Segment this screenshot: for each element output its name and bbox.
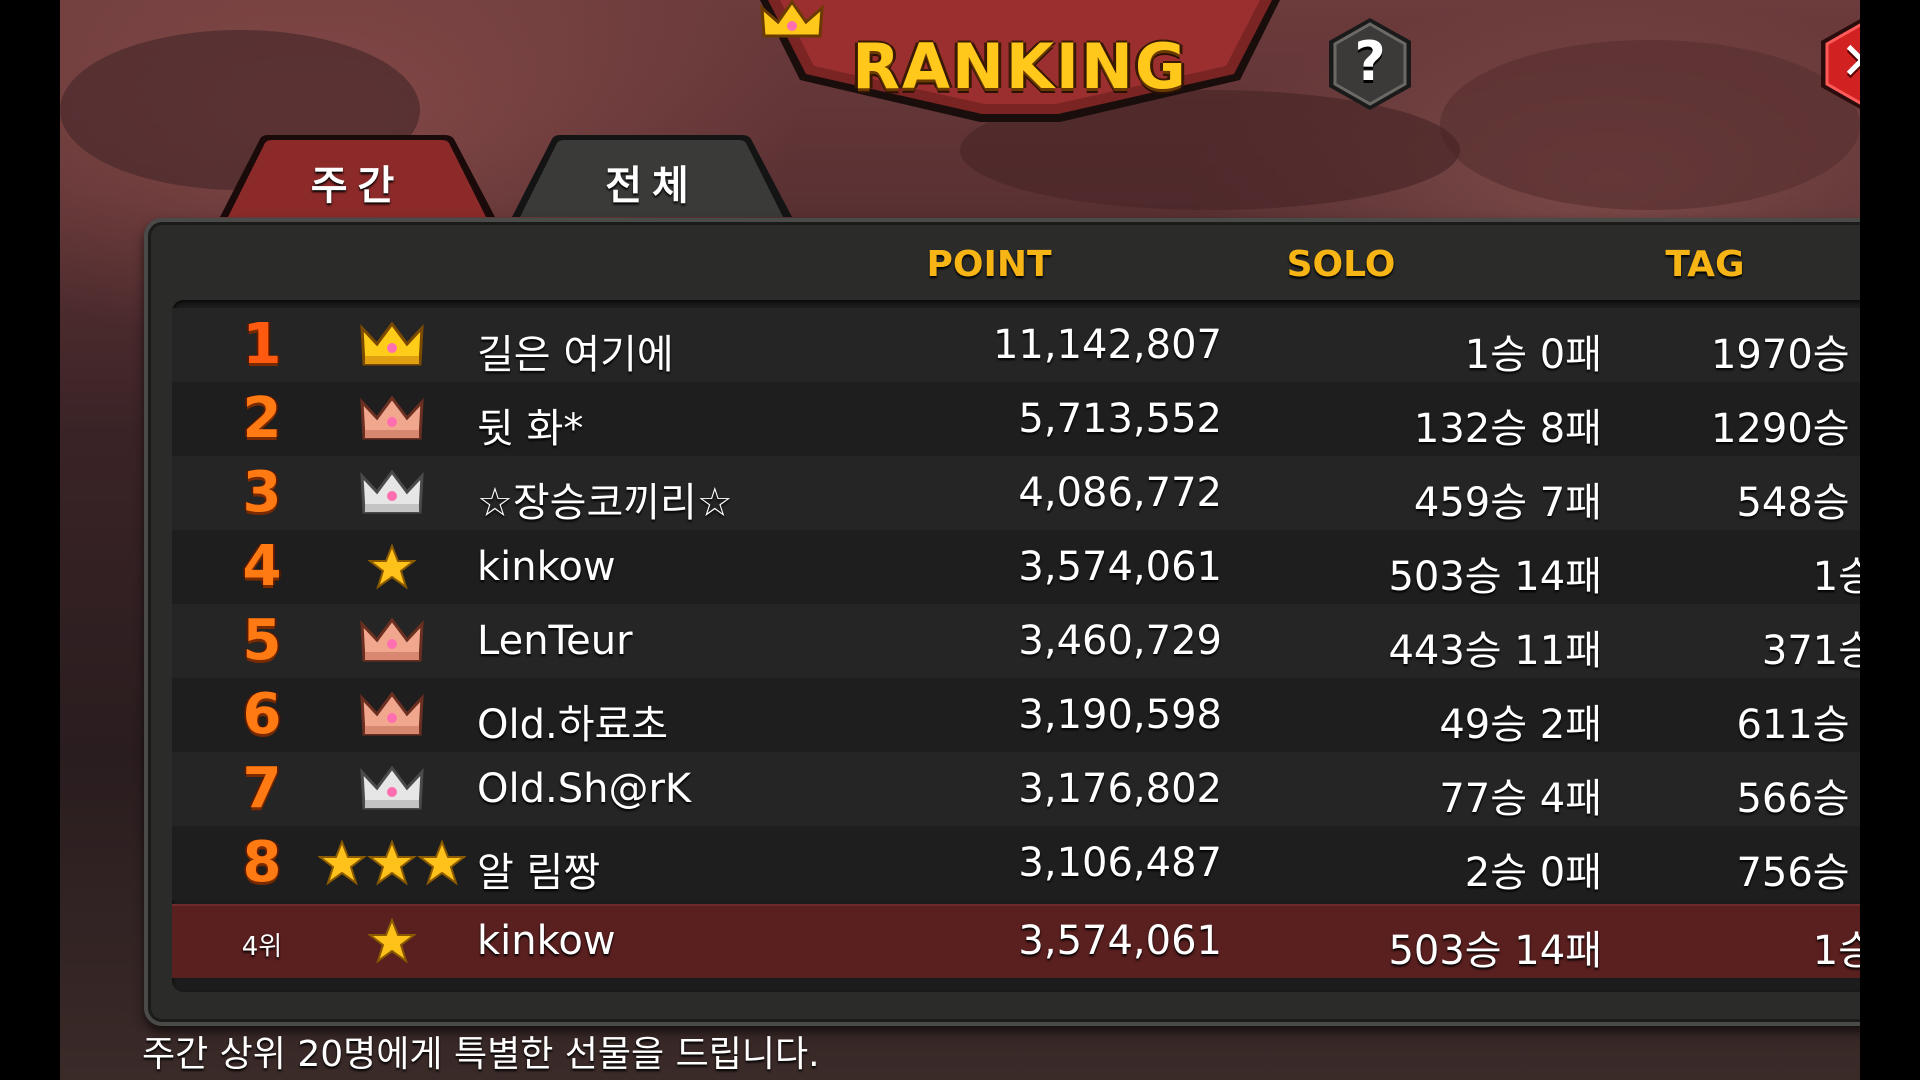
silver-crown-icon (360, 765, 424, 810)
my-rank-number: 4위 (241, 932, 283, 962)
ranking-panel: POINT SOLO TAG 1 길은 여기에 11,142,807 1승 0패… (144, 218, 1860, 1026)
table-row[interactable]: 7 Old.Sh@rK 3,176,802 77승 4패 566승 20패 (172, 752, 1860, 826)
rank-number: 2 (242, 386, 282, 451)
reward-notice: 주간 상위 20명에게 특별한 선물을 드립니다. (142, 1034, 820, 1075)
rank-number: 7 (242, 756, 282, 821)
tab-label: 주간 (310, 163, 405, 209)
player-tag-record: 756승 40패 (1736, 850, 1860, 896)
tab-all[interactable]: 전체 (512, 135, 792, 217)
rank-number: 5 (242, 608, 282, 673)
table-row[interactable]: 4 kinkow 3,574,061 503승 14패 1승 0패 (172, 530, 1860, 604)
my-rank-row[interactable]: 4위 kinkow 3,574,061 503승 14패 1승 0패 (172, 904, 1860, 978)
silver-crown-icon (360, 469, 424, 514)
player-tag-record: 548승 23패 (1736, 480, 1860, 526)
rank-number: 3 (242, 460, 282, 525)
player-tag-record: 566승 20패 (1736, 776, 1860, 822)
player-point: 3,106,487 (1018, 840, 1222, 886)
star-icon (368, 543, 416, 590)
tab-label: 전체 (605, 163, 699, 209)
player-name: kinkow (477, 544, 616, 590)
bronze-crown-icon (360, 395, 424, 440)
rank-number: 1 (242, 312, 282, 377)
player-point: 3,190,598 (1018, 692, 1222, 738)
table-row[interactable]: 8 알 림짱 3,106,487 2승 0패 756승 40패 (172, 826, 1860, 900)
rank-number: 6 (242, 682, 282, 747)
rank-number: 4 (242, 534, 282, 599)
ranking-table: 1 길은 여기에 11,142,807 1승 0패 1970승 37패 2 (172, 300, 1860, 992)
player-point: 3,176,802 (1018, 766, 1222, 812)
bronze-crown-icon (360, 691, 424, 736)
gold-crown-icon (360, 321, 424, 366)
my-player-point: 3,574,061 (1018, 918, 1222, 964)
table-row[interactable]: 2 뒷 화* 5,713,552 132승 8패 1290승 76패 (172, 382, 1860, 456)
player-point: 5,713,552 (1018, 396, 1222, 442)
player-name: 길은 여기에 (477, 332, 674, 378)
help-button[interactable]: ? (1325, 16, 1415, 112)
player-point: 4,086,772 (1018, 470, 1222, 516)
player-name: LenTeur (477, 618, 633, 664)
question-icon: ? (1354, 30, 1386, 93)
player-point: 3,460,729 (1018, 618, 1222, 664)
player-name: ☆장승코끼리☆ (477, 480, 733, 526)
player-point: 11,142,807 (992, 322, 1222, 368)
table-row[interactable]: 6 Old.하료초 3,190,598 49승 2패 611승 20패 (172, 678, 1860, 752)
column-header-point: POINT (926, 244, 1052, 285)
table-row[interactable]: 5 LenTeur 3,460,729 443승 11패 371승 6패 (172, 604, 1860, 678)
rank-number: 8 (242, 830, 282, 895)
three-star-icon (318, 839, 466, 886)
table-row[interactable]: 3 ☆장승코끼리☆ 4,086,772 459승 7패 548승 23패 (172, 456, 1860, 530)
player-point: 3,574,061 (1018, 544, 1222, 590)
table-row[interactable]: 1 길은 여기에 11,142,807 1승 0패 1970승 37패 (172, 308, 1860, 382)
my-player-name: kinkow (477, 918, 616, 964)
column-header-tag: TAG (1665, 244, 1745, 285)
game-scene: RANKING ? ✕ 주간 전체 POINT SOLO T (60, 0, 1860, 1080)
page-title: RANKING (852, 30, 1188, 103)
player-tag-record: 1970승 37패 (1710, 332, 1860, 378)
player-tag-record: 1290승 76패 (1710, 406, 1860, 452)
player-tag-record: 1승 0패 (1812, 554, 1860, 600)
close-icon: ✕ (1817, 32, 1860, 92)
star-icon (368, 917, 416, 964)
background-shape (1440, 40, 1860, 210)
my-tag-record: 1승 0패 (1812, 928, 1860, 974)
column-header-solo: SOLO (1286, 244, 1396, 285)
player-tag-record: 611승 20패 (1736, 702, 1860, 748)
player-name: 알 림짱 (477, 850, 601, 896)
player-name: 뒷 화* (477, 406, 584, 452)
tab-weekly[interactable]: 주간 (220, 135, 495, 217)
player-name: Old.하료초 (477, 702, 669, 748)
player-tag-record: 371승 6패 (1761, 628, 1860, 674)
bronze-crown-icon (360, 617, 424, 662)
player-name: Old.Sh@rK (477, 766, 692, 812)
letterbox-right (1860, 0, 1920, 1080)
close-button[interactable]: ✕ (1817, 16, 1860, 112)
letterbox-left (0, 0, 60, 1080)
title-banner: RANKING (760, 0, 1280, 122)
